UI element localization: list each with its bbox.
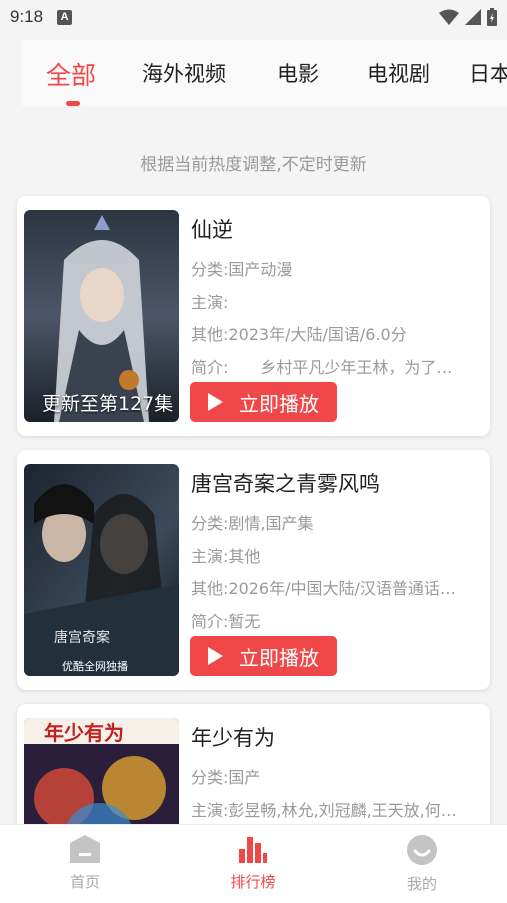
nav-mine[interactable]: 我的 xyxy=(382,835,462,894)
nav-home[interactable]: 首页 xyxy=(45,835,125,892)
poster-image[interactable]: 唐宫奇案 优酷全网独播 xyxy=(24,464,179,676)
episode-update-badge: 更新至第127集 xyxy=(42,393,174,415)
active-tab-indicator xyxy=(66,101,80,106)
status-icons xyxy=(439,8,497,26)
category-tab-bar: 全部 海外视频 电影 电视剧 日本 xyxy=(22,40,507,106)
smile-icon xyxy=(407,835,437,865)
video-title[interactable]: 年少有为 xyxy=(191,722,275,752)
bottom-navigation: 首页 排行榜 我的 xyxy=(0,824,507,903)
video-cast: 主演: xyxy=(191,293,229,312)
svg-text:唐宫奇案: 唐宫奇案 xyxy=(54,629,110,646)
nav-mine-label: 我的 xyxy=(406,875,437,893)
video-cast: 主演:其他 xyxy=(191,547,261,566)
battery-icon xyxy=(487,8,497,26)
tab-japan[interactable]: 日本 xyxy=(469,58,507,88)
notification-icon: A xyxy=(57,9,73,25)
video-card[interactable]: 更新至第127集 仙逆 分类:国产动漫 主演: 其他:2023年/大陆/国语/6… xyxy=(17,196,490,436)
svg-text:优酷全网独播: 优酷全网独播 xyxy=(62,659,128,673)
video-category: 分类:剧情,国产集 xyxy=(191,514,314,533)
wifi-icon xyxy=(439,9,459,25)
play-icon xyxy=(208,647,223,665)
video-other-info: 其他:2023年/大陆/国语/6.0分 xyxy=(191,325,407,344)
play-now-button[interactable]: 立即播放 xyxy=(190,382,337,422)
play-button-label: 立即播放 xyxy=(239,391,319,416)
home-icon xyxy=(70,835,100,863)
status-bar: 9:18 A xyxy=(0,0,507,34)
video-cast: 主演:彭昱畅,林允,刘冠麟,王天放,何… xyxy=(191,801,457,820)
status-time: 9:18 xyxy=(10,7,44,26)
nav-home-label: 首页 xyxy=(69,873,100,891)
nav-ranking-label: 排行榜 xyxy=(230,873,276,891)
video-title[interactable]: 仙逆 xyxy=(191,214,233,244)
video-intro: 简介:暂无 xyxy=(191,612,261,631)
signal-icon xyxy=(465,9,481,25)
tab-overseas[interactable]: 海外视频 xyxy=(142,58,226,88)
tab-movies[interactable]: 电影 xyxy=(277,58,319,88)
tab-all[interactable]: 全部 xyxy=(46,56,96,92)
video-title[interactable]: 唐宫奇案之青雾风鸣 xyxy=(191,468,380,498)
video-other-info: 其他:2026年/中国大陆/汉语普通话… xyxy=(191,579,456,598)
video-card[interactable]: 唐宫奇案 优酷全网独播 唐宫奇案之青雾风鸣 分类:剧情,国产集 主演:其他 其他… xyxy=(17,450,490,690)
video-category: 分类:国产动漫 xyxy=(191,260,293,279)
play-now-button[interactable]: 立即播放 xyxy=(190,636,337,676)
play-button-label: 立即播放 xyxy=(239,645,319,670)
chart-icon xyxy=(239,837,267,863)
poster-image[interactable]: 更新至第127集 xyxy=(24,210,179,422)
ranking-notice: 根据当前热度调整,不定时更新 xyxy=(140,155,367,175)
nav-ranking[interactable]: 排行榜 xyxy=(213,835,293,892)
poster-art: 唐宫奇案 优酷全网独播 xyxy=(24,464,179,676)
play-icon xyxy=(208,393,223,411)
video-category: 分类:国产 xyxy=(191,768,261,787)
video-intro: 简介: 乡村平凡少年王林，为了… xyxy=(191,358,453,377)
tab-tv-series[interactable]: 电视剧 xyxy=(367,58,430,88)
svg-text:年少有为: 年少有为 xyxy=(44,721,124,745)
